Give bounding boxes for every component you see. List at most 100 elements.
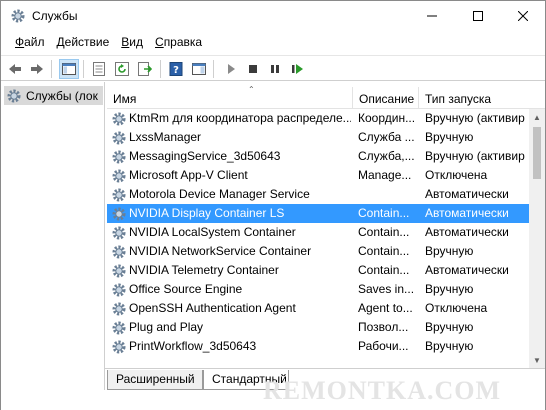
pause-service-icon <box>271 65 279 73</box>
forward-arrow-icon <box>31 64 43 74</box>
console-tree-button[interactable] <box>59 59 79 79</box>
tab-extended[interactable]: Расширенный <box>107 370 203 390</box>
service-row[interactable]: PrintWorkflow_3d50643 Рабочи... Вручную <box>107 337 529 356</box>
service-row[interactable]: NVIDIA Telemetry Container Contain... Авто… <box>107 261 529 280</box>
service-description: Служба ... <box>358 130 415 144</box>
maximize-icon <box>473 11 483 21</box>
vertical-scrollbar[interactable]: ▲ ▼ <box>529 109 545 368</box>
menu-bar: Файл Действие Вид Справка <box>1 33 545 53</box>
service-gear-icon <box>112 112 126 126</box>
service-row[interactable]: MessagingService_3d50643 Служба,... Вручну… <box>107 147 529 166</box>
service-gear-icon <box>112 245 126 259</box>
toolbar-separator <box>213 60 214 78</box>
service-row[interactable]: NVIDIA NetworkService Container Contain..… <box>107 242 529 261</box>
pause-service-button[interactable] <box>265 59 285 79</box>
service-startup-type: Вручную <box>425 339 474 353</box>
tree-item-label: Службы (лок <box>26 88 98 103</box>
export-list-button[interactable] <box>135 59 155 79</box>
service-row[interactable]: OpenSSH Authentication Agent Agent to... О… <box>107 299 529 318</box>
restart-service-button[interactable] <box>288 59 308 79</box>
scroll-up-icon[interactable]: ▲ <box>529 109 545 125</box>
refresh-button[interactable] <box>112 59 132 79</box>
column-header-description[interactable]: Описание <box>353 87 419 109</box>
start-service-icon <box>228 64 235 74</box>
menu-help-label: правка <box>163 35 203 49</box>
column-header-row: ⌃ Имя Описание Тип запуска <box>107 85 545 109</box>
service-startup-type: Автоматически <box>425 263 509 277</box>
menu-file[interactable]: Файл <box>9 33 51 53</box>
back-arrow-icon <box>9 64 21 74</box>
menu-help-accel: С <box>155 35 164 49</box>
menu-file-label: айл <box>24 35 45 49</box>
service-name: LxssManager <box>129 130 202 144</box>
service-row[interactable]: Microsoft App-V Client Manage... Отключена <box>107 166 529 185</box>
service-row[interactable]: Plug and Play Позвол... Вручную <box>107 318 529 337</box>
gear-icon <box>11 9 25 23</box>
console-tree-pane: Службы (лок <box>1 82 105 410</box>
column-header-startup-type[interactable]: Тип запуска <box>419 87 529 109</box>
help-icon: ? <box>169 62 183 76</box>
menu-action[interactable]: Действие <box>51 33 116 53</box>
menu-action-accel: Д <box>56 35 65 49</box>
back-button[interactable] <box>5 59 25 79</box>
menu-view[interactable]: Вид <box>115 33 149 53</box>
stop-service-button[interactable] <box>243 59 263 79</box>
service-description: Saves in... <box>358 282 415 296</box>
refresh-icon <box>115 62 129 76</box>
service-name: NVIDIA Display Container LS <box>129 206 285 220</box>
service-gear-icon <box>112 321 126 335</box>
minimize-icon <box>427 15 437 17</box>
column-header-name[interactable]: Имя <box>107 87 353 109</box>
toolbar-separator <box>51 60 52 78</box>
minimize-button[interactable] <box>409 1 455 31</box>
service-row[interactable]: Office Source Engine Saves in... Вручную <box>107 280 529 299</box>
service-description: Служба,... <box>358 149 415 163</box>
toolbar: ? <box>1 55 545 81</box>
service-name: PrintWorkflow_3d50643 <box>129 339 257 353</box>
scrollbar-thumb[interactable] <box>533 127 541 179</box>
service-description: Agent to... <box>358 301 413 315</box>
forward-button[interactable] <box>27 59 47 79</box>
show-hide-pane-button[interactable] <box>189 59 209 79</box>
help-button[interactable]: ? <box>166 59 186 79</box>
service-name: NVIDIA Telemetry Container <box>129 263 279 277</box>
show-hide-pane-icon <box>192 63 206 75</box>
service-startup-type: Вручную <box>425 320 474 334</box>
service-description: Contain... <box>358 244 410 258</box>
stop-service-icon <box>249 65 257 73</box>
service-row[interactable]: NVIDIA LocalSystem Container Contain... Ав… <box>107 223 529 242</box>
service-startup-type: Вручную <box>425 244 474 258</box>
service-gear-icon <box>112 150 126 164</box>
service-name: Plug and Play <box>129 320 204 334</box>
menu-help[interactable]: Справка <box>149 33 208 53</box>
service-name: MessagingService_3d50643 <box>129 149 281 163</box>
close-button[interactable] <box>500 1 546 31</box>
menu-view-label: ид <box>129 35 144 49</box>
service-row[interactable]: LxssManager Служба ... Вручную <box>107 128 529 147</box>
service-gear-icon <box>112 169 126 183</box>
service-description: Contain... <box>358 263 410 277</box>
menu-action-label: ействие <box>64 35 110 49</box>
service-name: NVIDIA LocalSystem Container <box>129 225 296 239</box>
service-description: Contain... <box>358 206 410 220</box>
service-startup-type: Вручную (активир <box>425 111 525 125</box>
service-gear-icon <box>112 264 126 278</box>
service-row[interactable]: Motorola Device Manager Service Автоматич… <box>107 185 529 204</box>
scroll-down-icon[interactable]: ▼ <box>529 352 545 368</box>
maximize-button[interactable] <box>455 1 501 31</box>
properties-icon <box>93 62 105 76</box>
close-icon <box>518 11 528 21</box>
start-service-button[interactable] <box>221 59 241 79</box>
title-bar[interactable]: Службы <box>1 1 545 31</box>
service-gear-icon <box>112 131 126 145</box>
console-tree-icon <box>62 63 76 75</box>
service-startup-type: Отключена <box>425 301 488 315</box>
service-gear-icon <box>112 188 126 202</box>
restart-service-icon <box>292 64 303 74</box>
tree-item-services-local[interactable]: Службы (лок <box>4 86 103 105</box>
service-name: KtmRm для координатора распределе... <box>129 111 351 125</box>
service-row[interactable]: KtmRm для координатора распределе... Коор… <box>107 109 529 128</box>
service-row[interactable]: NVIDIA Display Container LS Contain... Авт… <box>107 204 529 223</box>
properties-button[interactable] <box>89 59 109 79</box>
service-startup-type: Вручную <box>425 130 474 144</box>
